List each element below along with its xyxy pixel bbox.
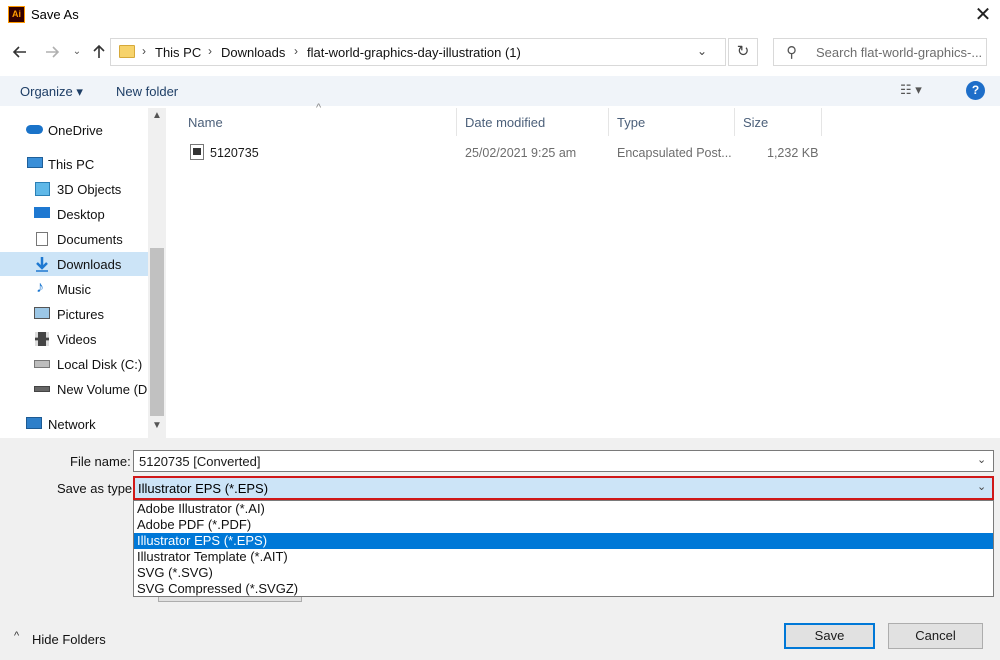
dropdown-option-pdf[interactable]: Adobe PDF (*.PDF) xyxy=(134,517,993,533)
sidebar-item-downloads[interactable]: Downloads xyxy=(0,252,148,276)
sidebar-item-onedrive[interactable]: OneDrive xyxy=(0,118,148,142)
scrollbar-thumb[interactable] xyxy=(150,248,164,416)
arrow-right-icon xyxy=(46,46,60,58)
save-type-select[interactable]: Illustrator EPS (*.EPS) ⌄ xyxy=(133,476,994,500)
chevron-down-icon: ⌄ xyxy=(72,46,82,57)
breadcrumb-current-folder[interactable]: flat-world-graphics-day-illustration (1) xyxy=(307,45,521,60)
column-header-date[interactable]: Date modified xyxy=(457,108,609,136)
navigation-pane: OneDrive This PC 3D Objects Desktop Docu… xyxy=(0,108,151,438)
recent-locations-button[interactable]: ⌄ xyxy=(66,40,88,64)
dropdown-option-svg[interactable]: SVG (*.SVG) xyxy=(134,565,993,581)
address-bar[interactable]: › This PC › Downloads › flat-world-graph… xyxy=(110,38,726,66)
command-bar: Organize ▾ New folder ☷ ▾ ? xyxy=(0,76,1000,106)
file-name-label: File name: xyxy=(70,454,131,469)
cube-icon xyxy=(35,182,50,196)
chevron-down-icon[interactable]: ⌄ xyxy=(977,453,986,466)
save-button[interactable]: Save xyxy=(784,623,875,649)
search-box[interactable]: ⚲ Search flat-world-graphics-... xyxy=(773,38,987,66)
file-size-cell: 1,232 KB xyxy=(767,146,819,160)
sidebar-item-new-volume[interactable]: New Volume (D: xyxy=(0,377,151,401)
help-button[interactable]: ? xyxy=(966,81,985,100)
file-date-cell: 25/02/2021 9:25 am xyxy=(465,146,577,160)
chevron-right-icon: › xyxy=(142,44,146,58)
chevron-right-icon: › xyxy=(294,44,298,58)
sidebar-item-music[interactable]: ♪ Music xyxy=(0,277,148,301)
illustrator-logo-icon: Ai xyxy=(8,6,25,23)
save-type-label: Save as type: xyxy=(57,481,136,496)
download-icon xyxy=(36,257,48,272)
hide-folders-button[interactable]: Hide Folders xyxy=(32,632,106,647)
sidebar-item-local-disk[interactable]: Local Disk (C:) xyxy=(0,352,148,376)
video-icon xyxy=(35,332,49,346)
pictures-icon xyxy=(34,307,50,319)
dropdown-option-ai[interactable]: Adobe Illustrator (*.AI) xyxy=(134,501,993,517)
sidebar-item-network[interactable]: Network xyxy=(0,412,148,436)
organize-button[interactable]: Organize ▾ xyxy=(20,84,83,100)
title-bar xyxy=(0,0,1000,30)
dropdown-option-svgz[interactable]: SVG Compressed (*.SVGZ) xyxy=(134,581,993,597)
cloud-icon xyxy=(26,125,43,134)
sidebar-item-documents[interactable]: Documents xyxy=(0,227,148,251)
scroll-up-icon[interactable]: ▲ xyxy=(148,110,166,121)
chevron-up-icon[interactable]: ^ xyxy=(14,630,19,642)
eps-file-icon xyxy=(190,144,204,160)
arrow-up-icon xyxy=(93,44,105,58)
column-header-name[interactable]: Name xyxy=(180,108,457,136)
folder-icon xyxy=(119,45,135,58)
column-header-size[interactable]: Size xyxy=(735,108,822,136)
search-input[interactable]: Search flat-world-graphics-... xyxy=(816,45,982,60)
cancel-button[interactable]: Cancel xyxy=(888,623,983,649)
dropdown-option-ait[interactable]: Illustrator Template (*.AIT) xyxy=(134,549,993,565)
music-icon: ♪ xyxy=(36,279,44,296)
arrow-left-icon xyxy=(12,46,26,58)
refresh-icon: ↻ xyxy=(736,43,750,60)
file-type-cell: Encapsulated Post... xyxy=(617,146,732,160)
chevron-down-icon[interactable]: ⌄ xyxy=(977,480,986,493)
breadcrumb-this-pc[interactable]: This PC xyxy=(155,45,201,60)
save-type-value: Illustrator EPS (*.EPS) xyxy=(138,481,269,496)
sidebar-item-this-pc[interactable]: This PC xyxy=(0,152,148,176)
sidebar-item-videos[interactable]: Videos xyxy=(0,327,148,351)
dropdown-option-eps[interactable]: Illustrator EPS (*.EPS) xyxy=(134,533,993,549)
chevron-right-icon: › xyxy=(208,44,212,58)
back-button[interactable] xyxy=(9,40,31,64)
network-icon xyxy=(26,417,42,429)
scroll-down-icon[interactable]: ▼ xyxy=(148,420,166,431)
sidebar-item-3d-objects[interactable]: 3D Objects xyxy=(0,177,148,201)
drive-icon xyxy=(34,360,50,368)
drive-icon xyxy=(34,386,50,392)
forward-button[interactable] xyxy=(41,40,63,64)
obscured-button xyxy=(158,597,302,602)
desktop-icon xyxy=(34,207,50,218)
view-options-button[interactable]: ☷ ▾ xyxy=(900,82,922,98)
refresh-button[interactable]: ↻ xyxy=(728,38,758,66)
save-type-dropdown-list: Adobe Illustrator (*.AI) Adobe PDF (*.PD… xyxy=(133,500,994,597)
search-icon: ⚲ xyxy=(786,44,797,61)
document-icon xyxy=(36,232,48,246)
sidebar-item-desktop[interactable]: Desktop xyxy=(0,202,148,226)
new-folder-button[interactable]: New folder xyxy=(116,84,178,99)
sidebar-item-pictures[interactable]: Pictures xyxy=(0,302,148,326)
address-dropdown-icon[interactable]: ⌄ xyxy=(697,44,707,58)
close-button[interactable]: ✕ xyxy=(966,0,1000,30)
computer-icon xyxy=(27,157,43,168)
column-header-type[interactable]: Type xyxy=(609,108,735,136)
breadcrumb-downloads[interactable]: Downloads xyxy=(221,45,285,60)
file-name-cell: 5120735 xyxy=(210,146,259,160)
file-name-field[interactable]: 5120735 [Converted] ⌄ xyxy=(133,450,994,472)
up-button[interactable] xyxy=(88,40,110,64)
window-title: Save As xyxy=(31,7,79,22)
file-name-value: 5120735 [Converted] xyxy=(139,454,261,469)
